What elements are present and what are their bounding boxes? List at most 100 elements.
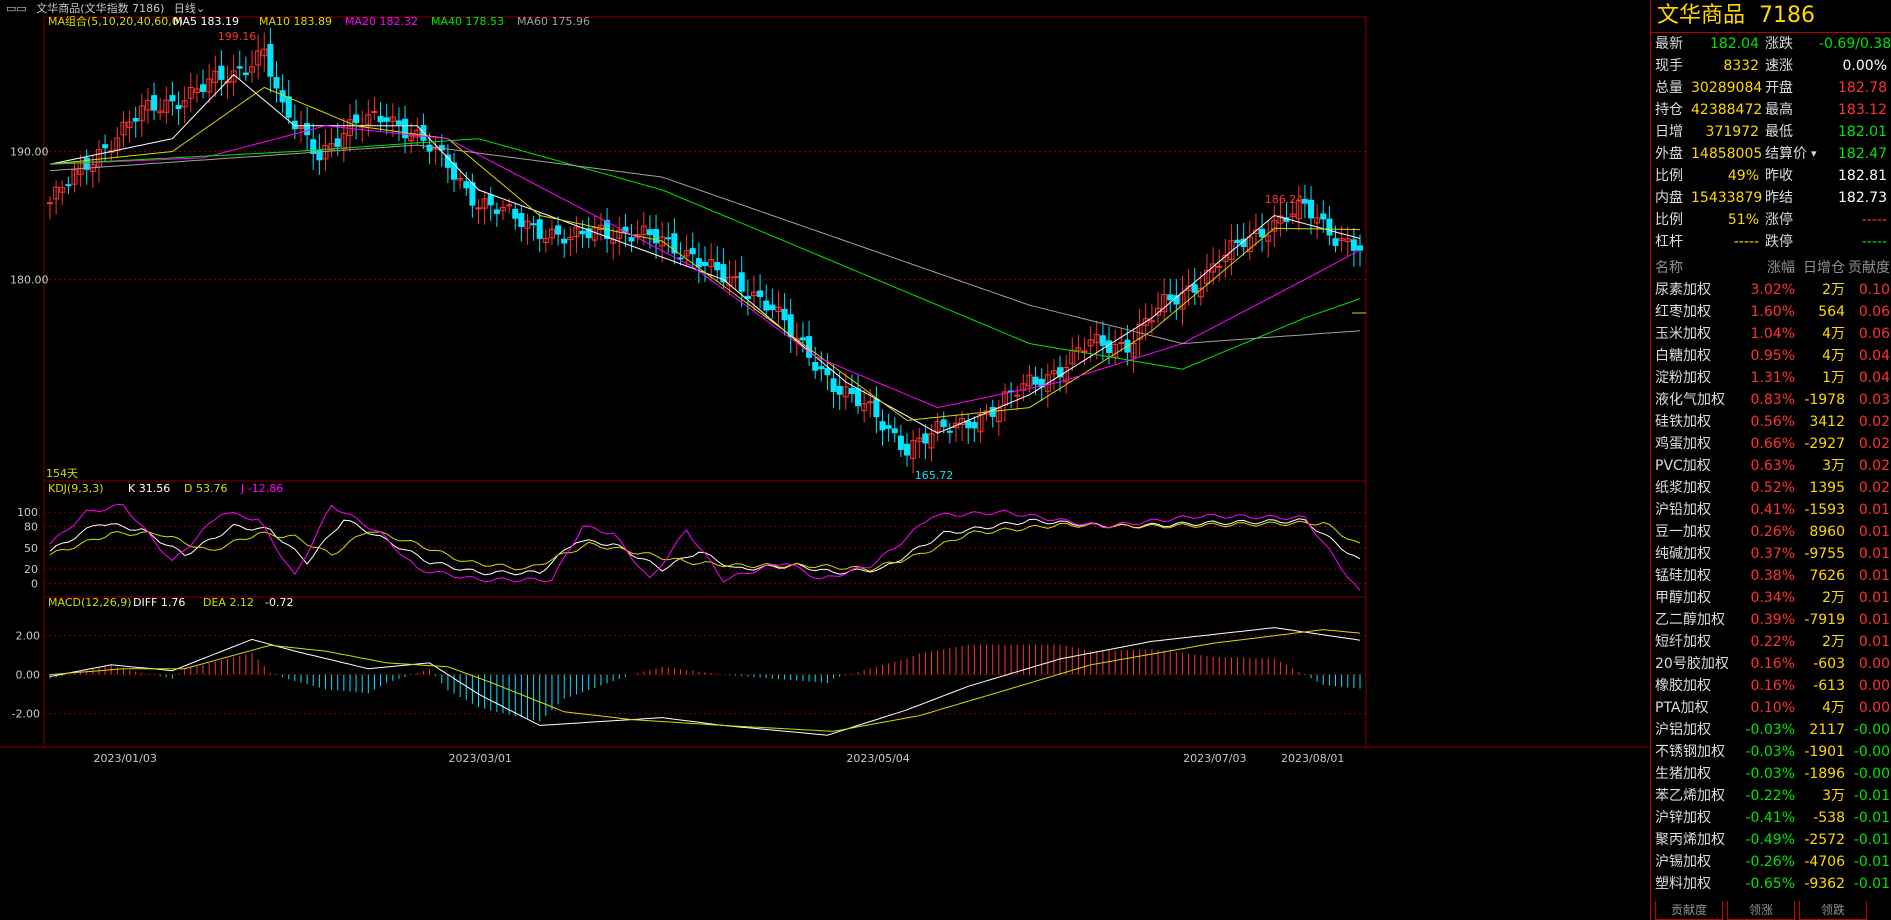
quote-row: 比例 49% 昨收 182.81 [1651, 165, 1891, 187]
macd-legend-value: -0.72 [265, 596, 293, 609]
board-row[interactable]: 20号胶加权 0.16% -603 0.00 [1651, 653, 1891, 675]
board-row[interactable]: 乙二醇加权 0.39% -7919 0.01 [1651, 609, 1891, 631]
board-header-cell[interactable]: 贡献度 [1847, 257, 1890, 279]
board-row[interactable]: 沪铝加权 -0.03% 2117 -0.00 [1651, 719, 1891, 741]
board-row[interactable]: PTA加权 0.10% 4万 0.00 [1651, 697, 1891, 719]
board-row[interactable]: 不锈钢加权 -0.03% -1901 -0.00 [1651, 741, 1891, 763]
candle-body [310, 139, 317, 155]
quote-value: 42388472 [1691, 102, 1763, 118]
candle-body [1216, 265, 1223, 268]
quote-value: ----- [1861, 212, 1887, 228]
board-row[interactable]: 苯乙烯加权 -0.22% 3万 -0.01 [1651, 785, 1891, 807]
board-tabs: 贡献度 领涨 领跌 [1651, 901, 1891, 920]
low-annotation: 165.72 [915, 469, 954, 482]
board-cell: 0.52% [1750, 480, 1795, 496]
candle-body [885, 425, 892, 429]
board-row[interactable]: 红枣加权 1.60% 564 0.06 [1651, 301, 1891, 323]
board-cell: 短纤加权 [1655, 634, 1711, 650]
board-row[interactable]: PVC加权 0.63% 3万 0.02 [1651, 455, 1891, 477]
candle-body [653, 228, 660, 244]
caret-down-icon[interactable]: ▾ [1811, 143, 1817, 165]
board-cell: 沪铝加权 [1655, 722, 1711, 738]
board-cell: 0.04 [1858, 370, 1890, 386]
board-tab[interactable]: 领涨 [1727, 901, 1795, 920]
board-tab[interactable]: 领跌 [1799, 901, 1867, 920]
candle-body [940, 419, 947, 427]
board-row[interactable]: 沪锡加权 -0.26% -4706 -0.01 [1651, 851, 1891, 873]
board-row[interactable]: 淀粉加权 1.31% 1万 0.04 [1651, 367, 1891, 389]
board-row[interactable]: 聚丙烯加权 -0.49% -2572 -0.01 [1651, 829, 1891, 851]
board-row[interactable]: 鸡蛋加权 0.66% -2927 0.02 [1651, 433, 1891, 455]
y-tick-label: 50 [24, 542, 38, 555]
board-cell: 硅铁加权 [1655, 414, 1711, 430]
board-cell: 液化气加权 [1655, 392, 1725, 408]
board-cell: 0.95% [1750, 348, 1795, 364]
candle-body [1357, 245, 1363, 251]
candle-body [1118, 342, 1125, 345]
board-header-cell[interactable]: 名称 [1655, 257, 1683, 279]
board-row[interactable]: 塑料加权 -0.65% -9362 -0.01 [1651, 873, 1891, 895]
board-cell: -0.00 [1853, 722, 1890, 738]
board-cell: -0.26% [1745, 854, 1795, 870]
board-row[interactable]: 锰硅加权 0.38% 7626 0.01 [1651, 565, 1891, 587]
board-cell: -603 [1813, 656, 1845, 672]
board-row[interactable]: 液化气加权 0.83% -1978 0.03 [1651, 389, 1891, 411]
board-row[interactable]: 硅铁加权 0.56% 3412 0.02 [1651, 411, 1891, 433]
board-cell: 沪锡加权 [1655, 854, 1711, 870]
board-header-cell[interactable]: 涨幅 [1731, 257, 1795, 279]
quote-value: 15433879 [1691, 190, 1763, 206]
board-cell: 0.01 [1858, 590, 1890, 606]
quote-value: ----- [1733, 234, 1759, 250]
candle-body [665, 237, 672, 240]
board-row[interactable]: 沪锌加权 -0.41% -538 -0.01 [1651, 807, 1891, 829]
quote-label: 外盘 [1655, 146, 1683, 162]
board-cell: 0.26% [1750, 524, 1795, 540]
board-row[interactable]: 豆一加权 0.26% 8960 0.01 [1651, 521, 1891, 543]
board-row[interactable]: 短纤加权 0.22% 2万 0.01 [1651, 631, 1891, 653]
quote-label: 日增 [1655, 124, 1683, 140]
y-tick-label: 2.00 [16, 629, 41, 642]
board-cell: 0.01 [1858, 502, 1890, 518]
candle-body [487, 194, 494, 206]
y-tick-label: -2.00 [12, 708, 40, 721]
board-cell: 0.10 [1858, 282, 1890, 298]
board-row[interactable]: 沪铅加权 0.41% -1593 0.01 [1651, 499, 1891, 521]
candle-body [824, 367, 831, 376]
candle-body [1332, 238, 1339, 246]
board-cell: PVC加权 [1655, 458, 1711, 474]
candle-body [891, 428, 898, 434]
board-row[interactable]: 生猪加权 -0.03% -1896 -0.00 [1651, 763, 1891, 785]
board-cell: 0.02 [1858, 480, 1890, 496]
board-tab[interactable]: 贡献度 [1655, 901, 1723, 920]
board-row[interactable]: 纯碱加权 0.37% -9755 0.01 [1651, 543, 1891, 565]
board-cell: 0.00 [1858, 656, 1890, 672]
board-row[interactable]: 橡胶加权 0.16% -613 0.00 [1651, 675, 1891, 697]
x-tick-label: 2023/01/03 [93, 752, 156, 765]
candle-body [169, 95, 176, 102]
board-cell: 橡胶加权 [1655, 678, 1711, 694]
board-header-cell[interactable]: 日增仓 [1797, 257, 1845, 279]
quote-label: 速涨 [1765, 58, 1793, 74]
board-cell: -9755 [1804, 546, 1845, 562]
macd-legend-dea: DEA 2.12 [203, 596, 254, 609]
board-row[interactable]: 纸浆加权 0.52% 1395 0.02 [1651, 477, 1891, 499]
board-row[interactable]: 白糖加权 0.95% 4万 0.04 [1651, 345, 1891, 367]
board-cell: 0.01 [1858, 546, 1890, 562]
quote-label: 比例 [1655, 168, 1683, 184]
candle-body [561, 238, 568, 244]
board-cell: 塑料加权 [1655, 876, 1711, 892]
quote-value: ----- [1861, 234, 1887, 250]
board-cell: 玉米加权 [1655, 326, 1711, 342]
candle-body [971, 422, 978, 429]
quote-value: 14858005 [1691, 146, 1763, 162]
kdj-legend-d: D 53.76 [184, 482, 227, 495]
board-row[interactable]: 甲醇加权 0.34% 2万 0.01 [1651, 587, 1891, 609]
candle-body [897, 435, 904, 450]
board-cell: 0.37% [1750, 546, 1795, 562]
board-cell: 20号胶加权 [1655, 656, 1729, 672]
board-row[interactable]: 玉米加权 1.04% 4万 0.06 [1651, 323, 1891, 345]
chart-area[interactable]: 190.00 180.00 2023/01/03 2023/03/01 2023/05/… [0, 0, 1650, 920]
board-row[interactable]: 尿素加权 3.02% 2万 0.10 [1651, 279, 1891, 301]
candle-body [763, 300, 770, 311]
candle-body [830, 378, 837, 392]
